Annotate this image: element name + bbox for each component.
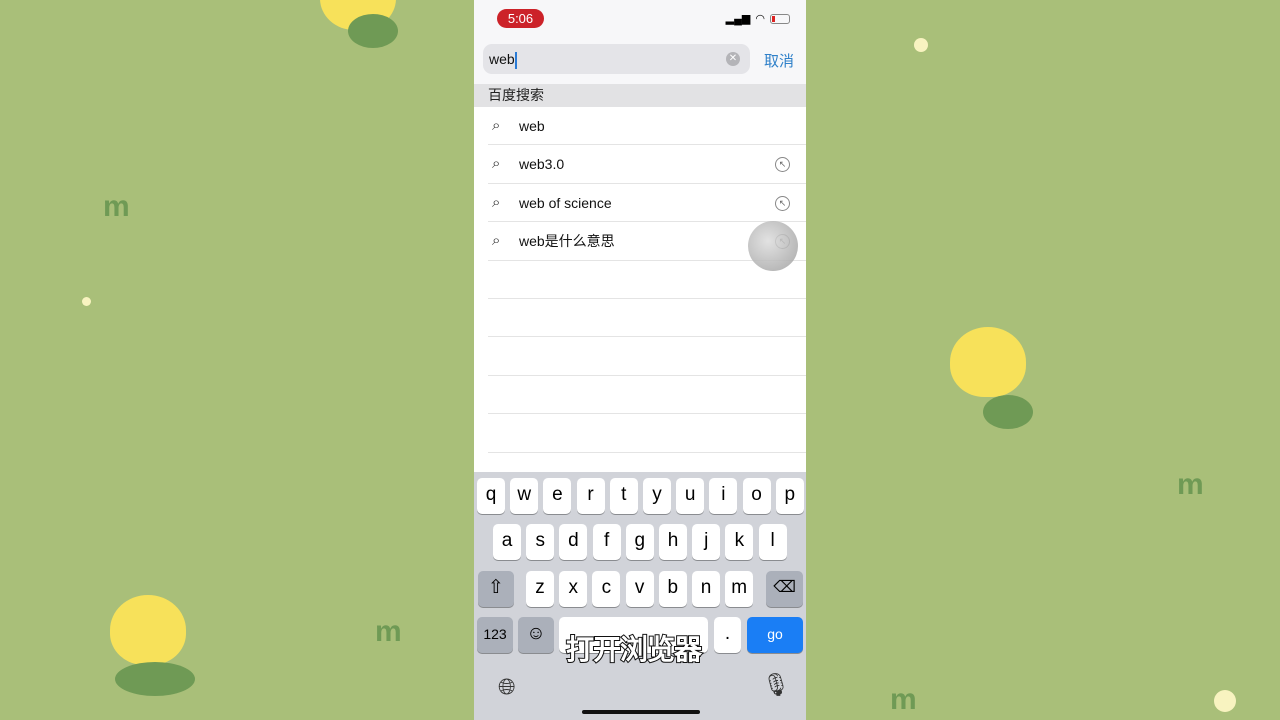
suggestion-text: web bbox=[519, 118, 545, 134]
key-n[interactable]: n bbox=[692, 571, 720, 607]
key-q[interactable]: q bbox=[477, 478, 505, 514]
key-j[interactable]: j bbox=[692, 524, 721, 560]
key-b[interactable]: b bbox=[658, 571, 687, 607]
fill-arrow-icon[interactable]: ↖ bbox=[775, 157, 790, 173]
shift-key[interactable]: ⇧ bbox=[478, 571, 514, 607]
period-key[interactable]: . bbox=[714, 617, 741, 653]
suggestion-item[interactable]: ⌕ web3.0 ↖ bbox=[488, 145, 806, 184]
touch-indicator bbox=[748, 221, 798, 271]
key-k[interactable]: k bbox=[725, 524, 754, 560]
fill-arrow-icon[interactable]: ↖ bbox=[775, 195, 790, 211]
key-g[interactable]: g bbox=[625, 524, 654, 560]
clear-icon[interactable]: ✕ bbox=[726, 52, 740, 66]
microphone-icon[interactable]: 🎙︎ bbox=[762, 672, 790, 698]
search-icon: ⌕ bbox=[492, 232, 501, 250]
key-m[interactable]: m bbox=[725, 571, 754, 607]
keyboard: ⇧ ⌫ 123 ☺ . go 🌐︎ 🎙︎ qwertyuiop asdfghjkl… bbox=[474, 472, 806, 720]
wifi-icon: ◠ bbox=[755, 13, 765, 25]
signal-icon: ▂▄▆ bbox=[725, 13, 751, 25]
suggestion-text: web3.0 bbox=[519, 156, 565, 173]
empty-row bbox=[488, 299, 806, 338]
numbers-key[interactable]: 123 bbox=[477, 617, 513, 653]
search-input[interactable]: web ✕ bbox=[483, 44, 750, 74]
suggestion-text: web是什么意思 bbox=[519, 233, 615, 250]
key-x[interactable]: x bbox=[559, 571, 588, 607]
key-e[interactable]: e bbox=[543, 478, 572, 514]
status-time: 5:06 bbox=[497, 9, 544, 28]
key-u[interactable]: u bbox=[676, 478, 705, 514]
key-y[interactable]: y bbox=[643, 478, 671, 514]
key-o[interactable]: o bbox=[742, 478, 771, 514]
search-icon: ⌕ bbox=[492, 117, 501, 134]
key-a[interactable]: a bbox=[493, 524, 521, 560]
key-v[interactable]: v bbox=[625, 571, 654, 607]
battery-icon bbox=[770, 13, 790, 24]
search-icon: ⌕ bbox=[492, 193, 501, 211]
key-i[interactable]: i bbox=[709, 478, 738, 514]
key-s[interactable]: s bbox=[526, 524, 555, 560]
key-f[interactable]: f bbox=[592, 524, 621, 560]
key-d[interactable]: d bbox=[559, 524, 588, 560]
key-h[interactable]: h bbox=[659, 524, 687, 560]
suggestion-item[interactable]: ⌕ web bbox=[488, 107, 806, 146]
video-subtitle: 打开浏览器 bbox=[565, 633, 703, 666]
empty-row bbox=[488, 376, 806, 415]
empty-row bbox=[488, 337, 806, 376]
suggestion-text: web of science bbox=[519, 194, 612, 211]
globe-icon[interactable]: 🌐︎ bbox=[498, 674, 516, 700]
status-icons: ▂▄▆ ◠ bbox=[726, 12, 790, 25]
suggestion-list: ⌕ web ⌕ web3.0 ↖ ⌕ web of science ↖ ⌕ web是什么意思… bbox=[474, 107, 806, 472]
key-w[interactable]: w bbox=[510, 478, 539, 514]
suggestion-item[interactable]: ⌕ web of science ↖ bbox=[488, 184, 806, 223]
search-value: web bbox=[489, 51, 515, 67]
phone-screen: 5:06 ▂▄▆ ◠ web ✕ 取消 百度搜索 ⌕ web ⌕ web3.0 ↖ ⌕… bbox=[474, 0, 806, 720]
key-l[interactable]: l bbox=[758, 524, 787, 560]
key-r[interactable]: r bbox=[576, 478, 605, 514]
section-title: 百度搜索 bbox=[474, 84, 806, 107]
key-c[interactable]: c bbox=[592, 571, 621, 607]
cancel-button[interactable]: 取消 bbox=[764, 50, 794, 71]
go-button[interactable]: go bbox=[747, 617, 803, 653]
emoji-key[interactable]: ☺ bbox=[518, 617, 554, 653]
empty-row bbox=[488, 414, 806, 453]
text-cursor bbox=[514, 51, 517, 69]
key-t[interactable]: t bbox=[609, 478, 638, 514]
key-z[interactable]: z bbox=[526, 571, 554, 607]
search-icon: ⌕ bbox=[492, 155, 501, 173]
backspace-key[interactable]: ⌫ bbox=[766, 571, 803, 607]
home-indicator[interactable] bbox=[582, 710, 700, 714]
key-p[interactable]: p bbox=[775, 478, 804, 514]
